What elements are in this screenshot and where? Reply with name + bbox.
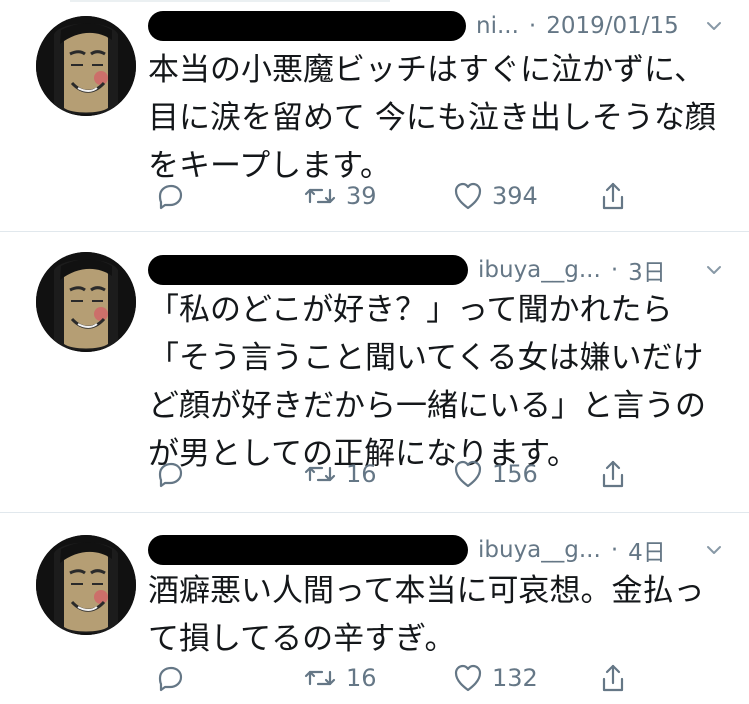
chevron-down-icon[interactable]: [703, 259, 725, 281]
reply-button[interactable]: [154, 454, 186, 494]
share-button[interactable]: [598, 454, 628, 494]
like-button[interactable]: 394: [452, 176, 538, 216]
tweet-text: 「私のどこが好き？」って聞かれたら「そう言うこと聞いてくる女は嫌いだけど顔が好き…: [148, 292, 706, 472]
share-button[interactable]: [598, 658, 628, 698]
tweet-card-1: ni... · 2019/01/15 本当の小悪魔ビッチはすぐに泣かずに、目に涙…: [0, 0, 749, 232]
redacted-display-name: [148, 535, 468, 565]
chevron-down-icon[interactable]: [703, 539, 725, 561]
handle-fragment[interactable]: ibuya__g...: [478, 537, 601, 563]
like-count: 394: [492, 182, 538, 210]
tweet-actions: 16 132: [154, 658, 654, 698]
tweet-text: 酒癖悪い人間って本当に可哀想。金払って損してるの辛すぎ。: [148, 573, 705, 657]
retweet-icon: [302, 664, 338, 692]
retweet-icon: [302, 460, 338, 488]
avatar-face-illustration: [36, 252, 136, 352]
header-right: [703, 259, 725, 281]
retweet-button[interactable]: 39: [302, 176, 386, 216]
tweet-card-3: ibuya__g... · 4日 酒癖悪い人間って本当に可哀想。金払って損してる…: [0, 513, 749, 704]
tweet-actions: 16 156: [154, 454, 654, 494]
avatar[interactable]: [36, 252, 136, 352]
handle-fragment[interactable]: ni...: [476, 13, 519, 39]
tweet-text: 本当の小悪魔ビッチはすぐに泣かずに、目に涙を留めて 今にも泣き出しそうな顔をキー…: [148, 52, 716, 184]
handle-fragment[interactable]: ibuya__g...: [478, 257, 601, 283]
retweet-count: 16: [346, 664, 377, 692]
heart-icon: [452, 663, 484, 693]
retweet-button[interactable]: 16: [302, 454, 386, 494]
timestamp[interactable]: 2019/01/15: [546, 13, 679, 39]
reply-icon: [154, 458, 186, 490]
share-icon: [598, 457, 628, 491]
retweet-button[interactable]: 16: [302, 658, 386, 698]
tweet-actions: 39 394: [154, 176, 654, 216]
chevron-down-icon[interactable]: [703, 15, 725, 37]
reply-icon: [154, 662, 186, 694]
retweet-count: 16: [346, 460, 377, 488]
share-icon: [598, 661, 628, 695]
retweet-count: 39: [346, 182, 377, 210]
avatar-face-illustration: [36, 535, 136, 635]
reply-icon: [154, 180, 186, 212]
reply-button[interactable]: [154, 176, 186, 216]
like-button[interactable]: 132: [452, 658, 538, 698]
tweet-header: ibuya__g... · 4日: [148, 530, 725, 570]
tweet-card-2: ibuya__g... · 3日 「私のどこが好き？」って聞かれたら「そう言うこ…: [0, 232, 749, 513]
retweet-icon: [302, 182, 338, 210]
header-right: [703, 539, 725, 561]
separator-dot: ·: [528, 13, 537, 39]
avatar[interactable]: [36, 535, 136, 635]
heart-icon: [452, 459, 484, 489]
header-right: [703, 15, 725, 37]
avatar-face-illustration: [36, 16, 136, 116]
tweet-header: ibuya__g... · 3日: [148, 250, 725, 290]
share-button[interactable]: [598, 176, 628, 216]
like-count: 132: [492, 664, 538, 692]
avatar[interactable]: [36, 16, 136, 116]
separator-dot: ·: [610, 537, 619, 563]
timestamp[interactable]: 4日: [628, 533, 666, 567]
like-count: 156: [492, 460, 538, 488]
redacted-display-name: [148, 255, 468, 285]
timestamp[interactable]: 3日: [628, 253, 666, 287]
share-icon: [598, 179, 628, 213]
heart-icon: [452, 181, 484, 211]
like-button[interactable]: 156: [452, 454, 538, 494]
separator-dot: ·: [610, 257, 619, 283]
reply-button[interactable]: [154, 658, 186, 698]
redacted-display-name: [148, 11, 466, 41]
tweet-header: ni... · 2019/01/15: [148, 6, 725, 46]
